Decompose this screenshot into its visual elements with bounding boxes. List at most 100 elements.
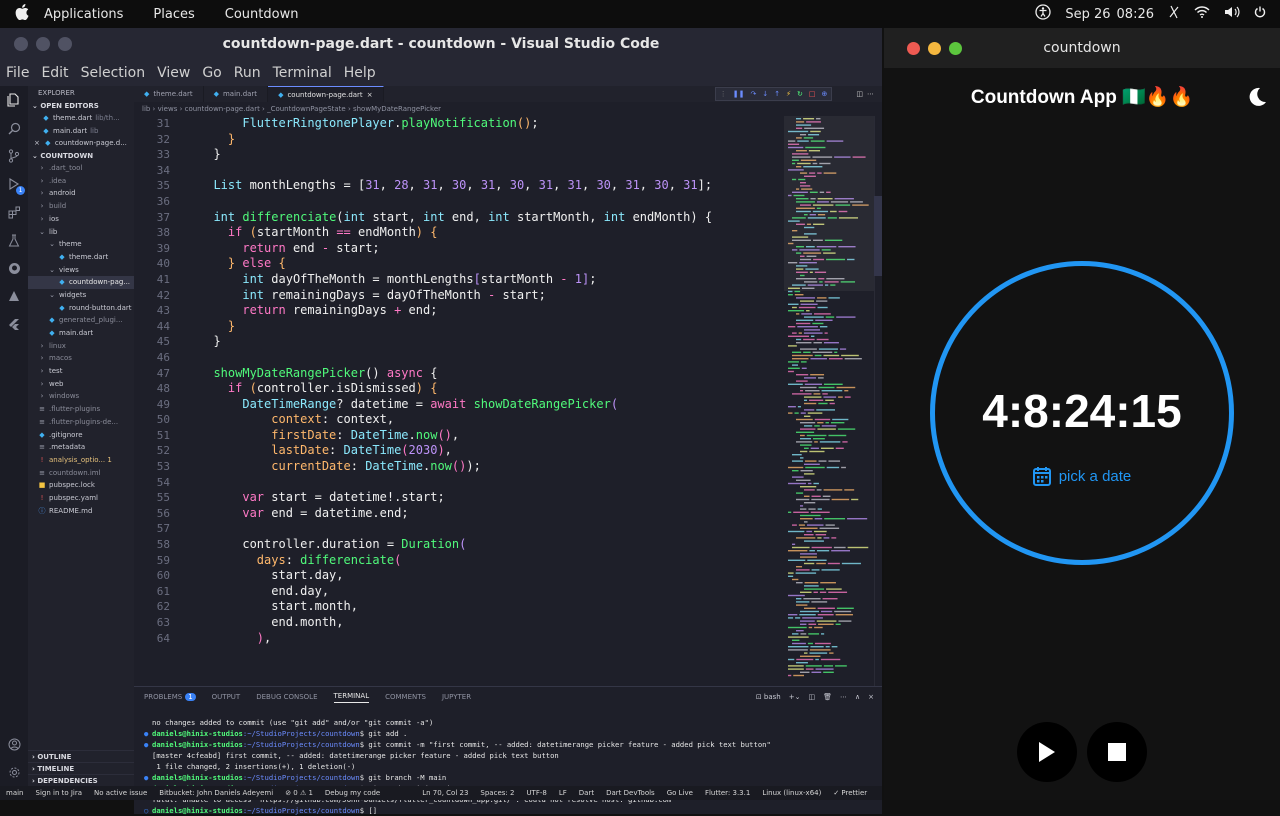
code-line[interactable]: 60 start.day, bbox=[134, 568, 776, 584]
status-item[interactable]: Debug my code bbox=[325, 789, 380, 797]
open-editor-item[interactable]: ◆ theme.dart lib/th... bbox=[28, 112, 134, 125]
restart-icon[interactable]: ↻ bbox=[797, 90, 803, 98]
step-out-icon[interactable]: ↑ bbox=[774, 90, 780, 98]
split-terminal-icon[interactable]: ◫ bbox=[808, 693, 815, 701]
apple-icon[interactable] bbox=[0, 4, 44, 24]
minimize-window-button[interactable] bbox=[36, 37, 50, 51]
panel-tab-output[interactable]: OUTPUT bbox=[212, 693, 241, 701]
scroll-thumb[interactable] bbox=[874, 196, 882, 276]
menu-active-app[interactable]: Countdown bbox=[225, 7, 299, 22]
tree-item[interactable]: › linux bbox=[28, 340, 134, 353]
run-debug-icon[interactable]: 1 bbox=[0, 170, 28, 198]
wifi-icon[interactable] bbox=[1194, 6, 1210, 22]
tree-item[interactable]: ≡ .flutter-plugins-de... bbox=[28, 416, 134, 429]
code-line[interactable]: 46 bbox=[134, 350, 776, 366]
volume-icon[interactable] bbox=[1224, 6, 1240, 22]
hot-reload-icon[interactable]: ⚡ bbox=[786, 90, 791, 98]
tree-item[interactable]: ◆ main.dart bbox=[28, 327, 134, 340]
tab-main[interactable]: ◆ main.dart bbox=[204, 86, 269, 102]
tree-item[interactable]: ≡ .metadata bbox=[28, 441, 134, 454]
breadcrumb[interactable]: lib › views › countdown-page.dart › _Cou… bbox=[134, 102, 882, 116]
kill-terminal-icon[interactable]: 🗑 bbox=[823, 693, 832, 701]
panel-tab-problems[interactable]: PROBLEMS 1 bbox=[144, 693, 196, 701]
tree-item[interactable]: › .dart_tool bbox=[28, 162, 134, 175]
new-terminal-icon[interactable]: +⌄ bbox=[789, 693, 801, 701]
tree-item[interactable]: ⌄ views bbox=[28, 264, 134, 277]
close-tab-icon[interactable]: × bbox=[367, 87, 373, 103]
status-item[interactable]: Go Live bbox=[667, 789, 693, 797]
pause-icon[interactable]: ❚❚ bbox=[733, 90, 745, 98]
stop-icon[interactable]: □ bbox=[809, 90, 816, 98]
tree-item[interactable]: ≡ .flutter-plugins bbox=[28, 403, 134, 416]
menu-applications[interactable]: Applications bbox=[44, 7, 123, 22]
code-line[interactable]: 58 controller.duration = Duration( bbox=[134, 537, 776, 553]
code-editor[interactable]: 31 FlutterRingtonePlayer.playNotificatio… bbox=[134, 116, 776, 686]
tree-item[interactable]: ! analysis_optio... 1 bbox=[28, 454, 134, 467]
code-line[interactable]: 39 return end - start; bbox=[134, 241, 776, 257]
tree-item[interactable]: ◆ theme.dart bbox=[28, 251, 134, 264]
status-item[interactable]: Flutter: 3.3.1 bbox=[705, 789, 750, 797]
close-panel-icon[interactable]: × bbox=[868, 693, 874, 701]
status-item[interactable]: Dart DevTools bbox=[606, 789, 655, 797]
maximize-panel-icon[interactable]: ∧ bbox=[855, 693, 860, 701]
tree-item[interactable]: ◆ countdown-pag... bbox=[28, 276, 134, 289]
menu-edit[interactable]: Edit bbox=[35, 65, 74, 81]
status-item[interactable]: main bbox=[6, 789, 24, 797]
close-editor-icon[interactable]: × bbox=[34, 137, 40, 150]
outline-section[interactable]: › OUTLINE bbox=[28, 750, 134, 762]
more-icon[interactable]: ⋯ bbox=[840, 693, 847, 701]
maximize-window-button[interactable] bbox=[58, 37, 72, 51]
editor-scrollbar[interactable] bbox=[874, 116, 882, 686]
code-line[interactable]: 53 currentDate: DateTime.now()); bbox=[134, 459, 776, 475]
code-line[interactable]: 43 return remainingDays + end; bbox=[134, 303, 776, 319]
minimap[interactable] bbox=[784, 116, 874, 686]
code-line[interactable]: 34 bbox=[134, 163, 776, 179]
code-line[interactable]: 37 int differenciate(int start, int end,… bbox=[134, 210, 776, 226]
status-item[interactable]: Bitbucket: John Daniels Adeyemi bbox=[159, 789, 273, 797]
menu-view[interactable]: View bbox=[151, 65, 196, 81]
code-line[interactable]: 52 lastDate: DateTime(2030), bbox=[134, 443, 776, 459]
panel-tab-comments[interactable]: COMMENTS bbox=[385, 693, 426, 701]
tree-item[interactable]: › test bbox=[28, 365, 134, 378]
code-line[interactable]: 44 } bbox=[134, 319, 776, 335]
source-control-icon[interactable] bbox=[0, 142, 28, 170]
stop-button[interactable] bbox=[1087, 722, 1147, 782]
code-line[interactable]: 51 firstDate: DateTime.now(), bbox=[134, 428, 776, 444]
tree-item[interactable]: ⓘ README.md bbox=[28, 505, 134, 518]
account-icon[interactable] bbox=[0, 730, 28, 758]
dark-mode-toggle-icon[interactable] bbox=[1246, 86, 1268, 108]
tree-item[interactable]: › web bbox=[28, 378, 134, 391]
status-item[interactable]: Linux (linux-x64) bbox=[762, 789, 821, 797]
menu-terminal[interactable]: Terminal bbox=[267, 65, 338, 81]
menu-file[interactable]: File bbox=[0, 65, 35, 81]
status-item[interactable]: ✓ Prettier bbox=[833, 789, 867, 797]
deploy-icon[interactable] bbox=[0, 282, 28, 310]
menu-help[interactable]: Help bbox=[338, 65, 382, 81]
code-line[interactable]: 35 List monthLengths = [31, 28, 31, 30, … bbox=[134, 178, 776, 194]
project-section[interactable]: ⌄ COUNTDOWN bbox=[28, 150, 134, 162]
code-line[interactable]: 36 bbox=[134, 194, 776, 210]
menu-selection[interactable]: Selection bbox=[75, 65, 152, 81]
tree-item[interactable]: ⌄ widgets bbox=[28, 289, 134, 302]
menu-run[interactable]: Run bbox=[228, 65, 267, 81]
status-item[interactable]: ⊘ 0 ⚠ 1 bbox=[285, 789, 313, 797]
drag-handle-icon[interactable]: ⋮ bbox=[720, 90, 727, 98]
tree-item[interactable]: ≡ countdown.iml bbox=[28, 467, 134, 480]
no-input-icon[interactable] bbox=[1168, 5, 1180, 23]
code-line[interactable]: 54 bbox=[134, 475, 776, 491]
code-line[interactable]: 48 if (controller.isDismissed) { bbox=[134, 381, 776, 397]
code-line[interactable]: 61 end.day, bbox=[134, 584, 776, 600]
devtools-icon[interactable]: ⊕ bbox=[822, 90, 828, 98]
code-line[interactable]: 63 end.month, bbox=[134, 615, 776, 631]
app-maximize-button[interactable] bbox=[949, 41, 962, 55]
status-item[interactable]: LF bbox=[559, 789, 567, 797]
open-editors-section[interactable]: ⌄ OPEN EDITORS bbox=[28, 100, 134, 112]
code-line[interactable]: 38 if (startMonth == endMonth) { bbox=[134, 225, 776, 241]
code-line[interactable]: 57 bbox=[134, 521, 776, 537]
step-over-icon[interactable]: ↷ bbox=[750, 90, 756, 98]
tree-item[interactable]: ! pubspec.yaml bbox=[28, 492, 134, 505]
code-line[interactable]: 31 FlutterRingtonePlayer.playNotificatio… bbox=[134, 116, 776, 132]
close-window-button[interactable] bbox=[14, 37, 28, 51]
tree-item[interactable]: › android bbox=[28, 187, 134, 200]
code-line[interactable]: 64 ), bbox=[134, 631, 776, 647]
